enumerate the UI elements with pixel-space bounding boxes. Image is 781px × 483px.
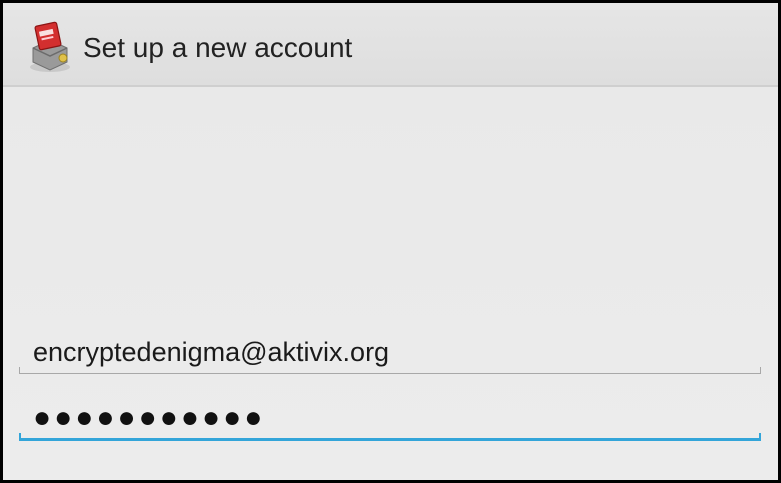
page-title: Set up a new account [83, 32, 353, 63]
password-field-underline-focused [19, 433, 761, 441]
action-bar: Set up a new account [3, 3, 778, 87]
email-input[interactable] [33, 336, 733, 368]
setup-account-screen: Set up a new account ●●●●●●●●●●● [0, 0, 781, 483]
password-input[interactable]: ●●●●●●●●●●● [33, 403, 265, 433]
email-field[interactable] [19, 330, 761, 374]
mail-app-icon[interactable] [25, 18, 75, 74]
password-field[interactable]: ●●●●●●●●●●● [19, 395, 761, 441]
account-form: ●●●●●●●●●●● [3, 87, 778, 480]
email-field-underline [19, 367, 761, 374]
